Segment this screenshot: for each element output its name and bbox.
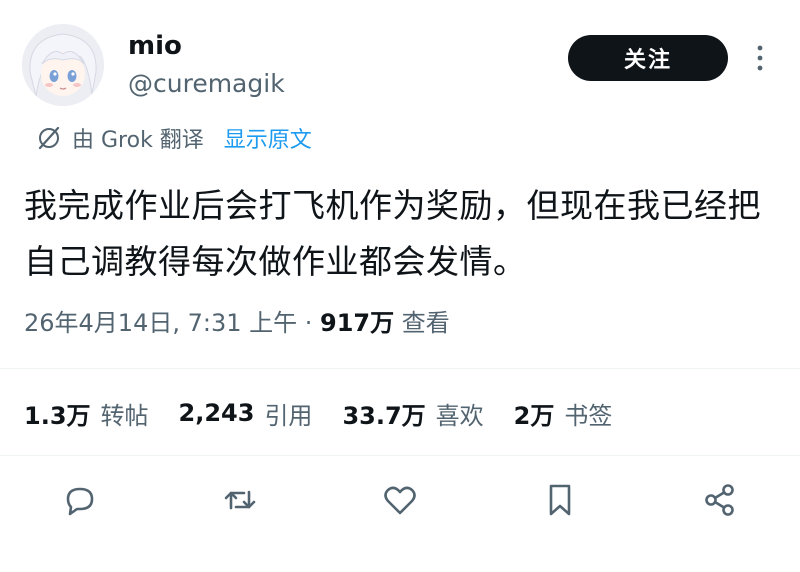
views-label: 查看 <box>394 309 450 337</box>
stat-label: 书签 <box>564 401 613 430</box>
stat-count: 33.7万 <box>342 401 426 430</box>
tweet-text: 我完成作业后会打飞机作为奖励，但现在我已经把自己调教得每次做作业都会发情。 <box>24 186 761 281</box>
show-original-link[interactable]: 显示原文 <box>224 122 312 154</box>
stat-reposts[interactable]: 1.3万 转帖 <box>24 396 149 431</box>
actions-row <box>0 472 800 528</box>
stat-bookmarks[interactable]: 2万 书签 <box>514 396 613 431</box>
stat-likes[interactable]: 33.7万 喜欢 <box>342 396 483 431</box>
author-name[interactable]: mio <box>128 30 182 62</box>
reply-icon[interactable] <box>60 480 100 520</box>
stats-row: 1.3万 转帖 2,243 引用 33.7万 喜欢 2万 书签 <box>24 393 642 433</box>
grok-icon <box>36 125 62 151</box>
divider <box>0 368 800 369</box>
stat-quotes[interactable]: 2,243 引用 <box>179 396 313 431</box>
tweet-timestamp[interactable]: 26年4月14日, 7:31 上午 · <box>24 309 320 337</box>
views-count: 917万 <box>320 309 395 337</box>
bookmark-icon[interactable] <box>540 480 580 520</box>
divider <box>0 455 800 456</box>
stat-count: 2万 <box>513 401 555 430</box>
follow-button[interactable]: 关注 <box>568 35 728 81</box>
tweet-meta: 26年4月14日, 7:31 上午 · 917万 查看 <box>24 303 450 343</box>
avatar[interactable] <box>22 24 104 106</box>
avatar-image <box>22 24 104 106</box>
author-handle[interactable]: @curemagik <box>128 68 285 100</box>
more-options-icon[interactable] <box>748 42 772 74</box>
stat-label: 转帖 <box>100 401 149 430</box>
translation-row: 由 Grok 翻译 显示原文 <box>36 122 312 154</box>
stat-count: 2,243 <box>178 399 255 427</box>
stat-label: 引用 <box>264 401 313 430</box>
stat-count: 1.3万 <box>24 401 91 430</box>
share-icon[interactable] <box>700 480 740 520</box>
stat-label: 喜欢 <box>435 401 484 430</box>
like-icon[interactable] <box>380 480 420 520</box>
translation-provider-text: 由 Grok 翻译 <box>72 128 204 153</box>
repost-icon[interactable] <box>220 480 260 520</box>
